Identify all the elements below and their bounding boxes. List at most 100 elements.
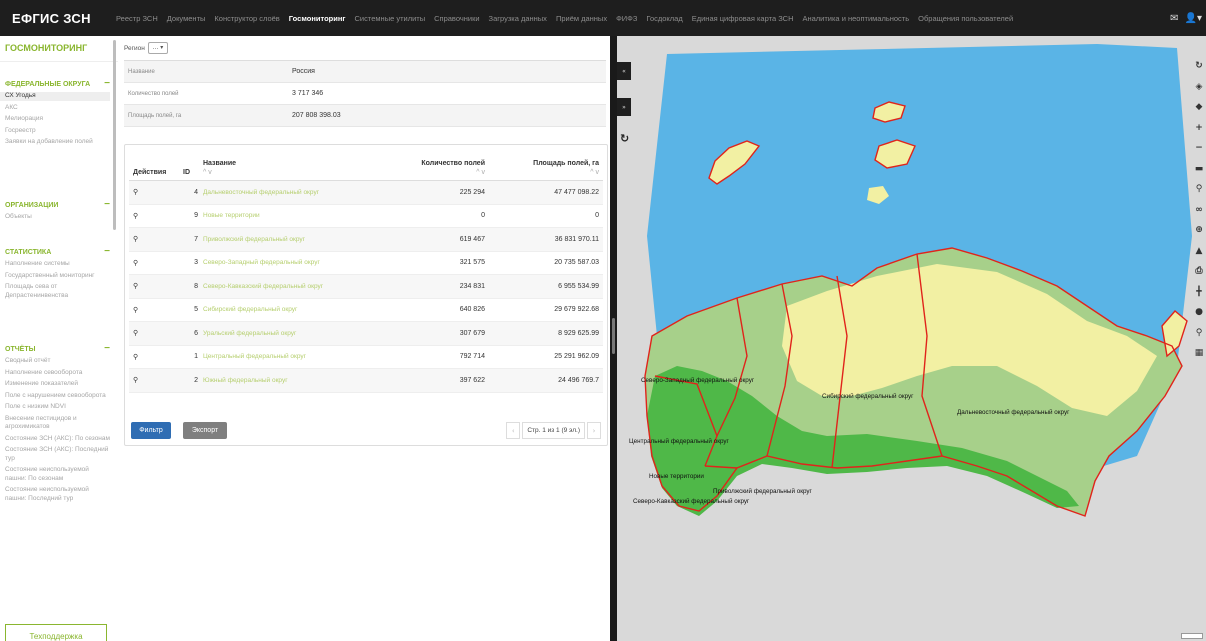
map-collapse-right-button[interactable]: » bbox=[617, 98, 631, 116]
prev-page-button[interactable]: ‹ bbox=[506, 422, 521, 439]
row-name[interactable]: Приволжский федеральный округ bbox=[202, 227, 394, 252]
table-row[interactable]: ⚲ 1 Центральный федеральный округ 792 714 25… bbox=[129, 345, 603, 369]
locate-pin-icon[interactable]: ⚲ bbox=[129, 321, 182, 346]
row-name[interactable]: Сибирский федеральный округ bbox=[202, 298, 394, 322]
locate-pin-icon[interactable]: ⚲ bbox=[129, 345, 182, 369]
refresh-icon[interactable]: ↻ bbox=[1192, 56, 1206, 77]
support-button[interactable]: Техподдержка bbox=[5, 624, 107, 641]
sidebar-item[interactable]: Поле с нарушением севооборота bbox=[5, 392, 110, 401]
sort-icon[interactable]: ^ v bbox=[490, 169, 599, 176]
tree-icon[interactable]: ╋ bbox=[1192, 282, 1206, 303]
sidebar-item[interactable]: Объекты bbox=[5, 213, 110, 222]
split-icon[interactable]: ▲ bbox=[1192, 241, 1206, 262]
nav-item[interactable]: Единая цифровая карта ЗСН bbox=[692, 14, 794, 23]
nav-item[interactable]: Документы bbox=[167, 14, 206, 23]
sidebar-item[interactable]: Состояние ЗСН (АКС): По сезонам bbox=[5, 435, 110, 444]
page-info[interactable]: Стр. 1 из 1 (9 эл.) bbox=[522, 422, 585, 439]
sort-icon[interactable]: ^ v bbox=[395, 169, 485, 176]
table-row[interactable]: ⚲ 6 Уральский федеральный округ 307 679 8 92… bbox=[129, 321, 603, 346]
sidebar-item[interactable]: Внесение пестицидов и агрохимикатов bbox=[5, 415, 110, 432]
sidebar-item[interactable]: СХ Угодья bbox=[0, 92, 110, 101]
locate-pin-icon[interactable]: ⚲ bbox=[129, 368, 182, 393]
table-row[interactable]: ⚲ 8 Северо-Кавказский федеральный округ 234… bbox=[129, 274, 603, 299]
sidebar-item[interactable]: Наполнение севооборота bbox=[5, 369, 110, 378]
sidebar-section-header[interactable]: СТАТИСТИКА − bbox=[5, 247, 110, 257]
nav-item[interactable]: Аналитика и неоптимальность bbox=[802, 14, 909, 23]
nav-item[interactable]: Конструктор слоёв bbox=[214, 14, 279, 23]
user-icon[interactable]: 👤▾ bbox=[1185, 13, 1202, 24]
sidebar-item[interactable]: Поле с низким NDVI bbox=[5, 403, 110, 412]
nav-item[interactable]: Приём данных bbox=[556, 14, 607, 23]
sidebar-section-header[interactable]: ФЕДЕРАЛЬНЫЕ ОКРУГА − bbox=[5, 79, 110, 89]
table-icon[interactable]: ▦ bbox=[1192, 343, 1206, 364]
russia-map[interactable] bbox=[617, 36, 1206, 641]
sidebar-item[interactable]: АКС bbox=[5, 104, 110, 113]
sidebar-item[interactable]: Госреестр bbox=[5, 127, 110, 136]
locate-pin-icon[interactable]: ⚲ bbox=[129, 251, 182, 275]
zoom-in-icon[interactable]: + bbox=[1192, 118, 1206, 139]
sidebar-scrollbar[interactable] bbox=[113, 40, 116, 230]
marker-icon[interactable]: ⚲ bbox=[1192, 179, 1206, 200]
search-icon[interactable]: ⚲ bbox=[1192, 323, 1206, 344]
table-row[interactable]: ⚲ 2 Южный федеральный округ 397 622 24 496 7… bbox=[129, 368, 603, 393]
row-name-text[interactable]: Северо-Кавказский федеральный округ bbox=[203, 283, 323, 290]
sidebar-item[interactable]: Мелиорация bbox=[5, 115, 110, 124]
row-name-text[interactable]: Дальневосточный федеральный округ bbox=[203, 189, 319, 196]
nav-item[interactable]: Госмониторинг bbox=[289, 14, 346, 23]
row-name-text[interactable]: Сибирский федеральный округ bbox=[203, 306, 297, 313]
app-title[interactable]: ЕФГИС ЗСН bbox=[0, 11, 116, 26]
sidebar-item[interactable]: Изменение показателей bbox=[5, 380, 110, 389]
layer-stack-icon[interactable]: ◆ bbox=[1192, 97, 1206, 118]
nav-item[interactable]: ФИФЗ bbox=[616, 14, 637, 23]
table-row[interactable]: ⚲ 4 Дальневосточный федеральный округ 225 2… bbox=[129, 180, 603, 205]
print-icon[interactable]: ⎙ bbox=[1192, 261, 1206, 282]
measure-icon[interactable]: ∞ bbox=[1192, 200, 1206, 221]
sidebar-item[interactable]: Площадь сева от Депрастенинвенства bbox=[5, 283, 110, 300]
table-row[interactable]: ⚲ 3 Северо-Западный федеральный округ 321 5… bbox=[129, 251, 603, 275]
sidebar-item[interactable]: Наполнение системы bbox=[5, 260, 110, 269]
ruler-icon[interactable]: ▬ bbox=[1192, 159, 1206, 180]
table-row[interactable]: ⚲ 9 Новые территории 0 0 bbox=[129, 204, 603, 228]
row-name[interactable]: Центральный федеральный округ bbox=[202, 345, 394, 369]
table-row[interactable]: ⚲ 5 Сибирский федеральный округ 640 826 29 6… bbox=[129, 298, 603, 322]
row-name[interactable]: Северо-Кавказский федеральный округ bbox=[202, 274, 394, 299]
splitter-handle[interactable] bbox=[612, 318, 615, 354]
sidebar-item[interactable]: Состояние ЗСН (АКС): Последний тур bbox=[5, 446, 110, 463]
nav-item[interactable]: Загрузка данных bbox=[489, 14, 547, 23]
row-name-text[interactable]: Приволжский федеральный округ bbox=[203, 236, 305, 243]
collapse-icon[interactable]: − bbox=[104, 344, 110, 354]
next-page-button[interactable]: › bbox=[587, 422, 601, 439]
zoom-extent-icon[interactable]: ⊕ bbox=[1192, 220, 1206, 241]
col-id[interactable]: ID bbox=[182, 145, 202, 181]
map-view[interactable]: « » ↻ Северо-Западный федеральный округ … bbox=[617, 36, 1206, 641]
layers-icon[interactable]: ◈ bbox=[1192, 77, 1206, 98]
export-button[interactable]: Экспорт bbox=[183, 422, 227, 439]
region-select[interactable]: ... ▾ bbox=[147, 42, 168, 54]
table-row[interactable]: ⚲ 7 Приволжский федеральный округ 619 467 36… bbox=[129, 227, 603, 252]
row-name[interactable]: Уральский федеральный округ bbox=[202, 321, 394, 346]
col-fields[interactable]: Количество полей ^ v bbox=[394, 145, 489, 181]
collapse-icon[interactable]: − bbox=[104, 247, 110, 257]
refresh-icon[interactable]: ↻ bbox=[620, 132, 629, 145]
col-name[interactable]: Название ^ v bbox=[202, 145, 394, 181]
locate-pin-icon[interactable]: ⚲ bbox=[129, 180, 182, 205]
col-area[interactable]: Площадь полей, га ^ v bbox=[489, 145, 603, 181]
nav-item[interactable]: Реестр ЗСН bbox=[116, 14, 158, 23]
collapse-icon[interactable]: − bbox=[104, 200, 110, 210]
collapse-icon[interactable]: − bbox=[104, 79, 110, 89]
nav-item[interactable]: Госдоклад bbox=[646, 14, 682, 23]
row-name-text[interactable]: Северо-Западный федеральный округ bbox=[203, 259, 320, 266]
sidebar-item[interactable]: Состояние неиспользуемой пашни: Последни… bbox=[5, 486, 110, 503]
sidebar-section-header[interactable]: ОРГАНИЗАЦИИ − bbox=[5, 200, 110, 210]
locate-pin-icon[interactable]: ⚲ bbox=[129, 274, 182, 299]
row-name[interactable]: Дальневосточный федеральный округ bbox=[202, 180, 394, 205]
message-icon[interactable]: ✉ bbox=[1170, 13, 1178, 24]
row-name-text[interactable]: Южный федеральный округ bbox=[203, 377, 288, 384]
sidebar-section-header[interactable]: ОТЧЁТЫ − bbox=[5, 344, 110, 354]
row-name[interactable]: Южный федеральный округ bbox=[202, 368, 394, 393]
map-collapse-left-button[interactable]: « bbox=[617, 62, 631, 80]
sidebar-item[interactable]: Заявки на добавление полей bbox=[5, 138, 110, 147]
sidebar-item[interactable]: Состояние неиспользуемой пашни: По сезон… bbox=[5, 466, 110, 483]
filter-button[interactable]: Фильтр bbox=[131, 422, 171, 439]
locate-pin-icon[interactable]: ⚲ bbox=[129, 227, 182, 252]
